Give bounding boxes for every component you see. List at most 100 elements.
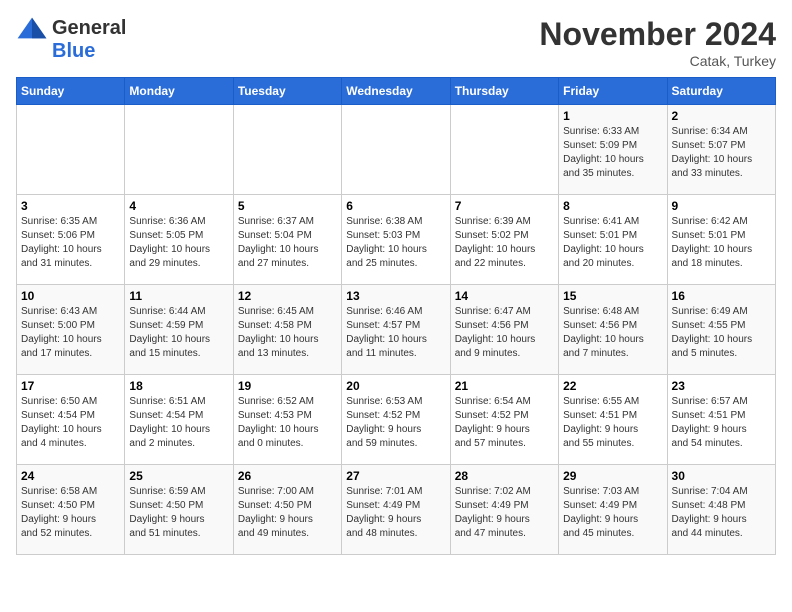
day-info: Sunrise: 6:45 AM Sunset: 4:58 PM Dayligh… bbox=[238, 305, 337, 361]
calendar-cell: 7 Sunrise: 6:39 AM Sunset: 5:02 PM Daylig… bbox=[450, 195, 558, 285]
day-info: Sunrise: 6:43 AM Sunset: 5:00 PM Dayligh… bbox=[21, 305, 120, 361]
week-row-3: 10 Sunrise: 6:43 AM Sunset: 5:00 PM Dayli… bbox=[17, 285, 776, 375]
weekday-header-row: SundayMondayTuesdayWednesdayThursdayFrid… bbox=[17, 78, 776, 105]
calendar-cell: 15 Sunrise: 6:48 AM Sunset: 4:56 PM Dayli… bbox=[559, 285, 667, 375]
logo: General Blue bbox=[16, 16, 126, 63]
calendar-cell: 18Sunrise: 6:51 AM Sunset: 4:54 PM Dayli… bbox=[125, 375, 233, 465]
calendar-cell: 13Sunrise: 6:46 AM Sunset: 4:57 PM Dayli… bbox=[342, 285, 450, 375]
day-info: Sunrise: 6:57 AM Sunset: 4:51 PM Dayligh… bbox=[672, 395, 771, 451]
day-number: 21 bbox=[455, 379, 554, 393]
day-info: Sunrise: 6:53 AM Sunset: 4:52 PM Dayligh… bbox=[346, 395, 445, 451]
calendar-cell: 22 Sunrise: 6:55 AM Sunset: 4:51 PM Dayli… bbox=[559, 375, 667, 465]
calendar-cell: 8 Sunrise: 6:41 AM Sunset: 5:01 PM Daylig… bbox=[559, 195, 667, 285]
week-row-1: 1 Sunrise: 6:33 AM Sunset: 5:09 PM Daylig… bbox=[17, 105, 776, 195]
calendar-cell: 17 Sunrise: 6:50 AM Sunset: 4:54 PM Dayli… bbox=[17, 375, 125, 465]
calendar-cell: 3Sunrise: 6:35 AM Sunset: 5:06 PM Daylig… bbox=[17, 195, 125, 285]
calendar-cell: 24 Sunrise: 6:58 AM Sunset: 4:50 PM Dayli… bbox=[17, 465, 125, 555]
calendar-cell: 12 Sunrise: 6:45 AM Sunset: 4:58 PM Dayli… bbox=[233, 285, 341, 375]
day-info: Sunrise: 7:02 AM Sunset: 4:49 PM Dayligh… bbox=[455, 485, 554, 541]
calendar-cell: 28 Sunrise: 7:02 AM Sunset: 4:49 PM Dayli… bbox=[450, 465, 558, 555]
weekday-tuesday: Tuesday bbox=[233, 78, 341, 105]
day-number: 19 bbox=[238, 379, 337, 393]
calendar-cell bbox=[342, 105, 450, 195]
calendar-header: SundayMondayTuesdayWednesdayThursdayFrid… bbox=[17, 78, 776, 105]
day-number: 28 bbox=[455, 469, 554, 483]
week-row-4: 17 Sunrise: 6:50 AM Sunset: 4:54 PM Dayli… bbox=[17, 375, 776, 465]
calendar-cell: 2 Sunrise: 6:34 AM Sunset: 5:07 PM Daylig… bbox=[667, 105, 775, 195]
day-number: 12 bbox=[238, 289, 337, 303]
day-info: Sunrise: 6:54 AM Sunset: 4:52 PM Dayligh… bbox=[455, 395, 554, 451]
calendar-cell: 9Sunrise: 6:42 AM Sunset: 5:01 PM Daylig… bbox=[667, 195, 775, 285]
calendar-cell: 26Sunrise: 7:00 AM Sunset: 4:50 PM Dayli… bbox=[233, 465, 341, 555]
calendar-cell bbox=[17, 105, 125, 195]
weekday-wednesday: Wednesday bbox=[342, 78, 450, 105]
calendar-cell: 11Sunrise: 6:44 AM Sunset: 4:59 PM Dayli… bbox=[125, 285, 233, 375]
day-info: Sunrise: 6:34 AM Sunset: 5:07 PM Dayligh… bbox=[672, 125, 771, 181]
calendar: SundayMondayTuesdayWednesdayThursdayFrid… bbox=[16, 77, 776, 555]
title-area: November 2024 Catak, Turkey bbox=[539, 16, 776, 69]
day-number: 5 bbox=[238, 199, 337, 213]
day-number: 4 bbox=[129, 199, 228, 213]
day-number: 23 bbox=[672, 379, 771, 393]
day-info: Sunrise: 6:35 AM Sunset: 5:06 PM Dayligh… bbox=[21, 215, 120, 271]
day-number: 24 bbox=[21, 469, 120, 483]
day-number: 10 bbox=[21, 289, 120, 303]
day-number: 22 bbox=[563, 379, 662, 393]
day-info: Sunrise: 6:44 AM Sunset: 4:59 PM Dayligh… bbox=[129, 305, 228, 361]
header: General Blue November 2024 Catak, Turkey bbox=[16, 16, 776, 69]
calendar-cell: 1 Sunrise: 6:33 AM Sunset: 5:09 PM Daylig… bbox=[559, 105, 667, 195]
logo-general: General bbox=[52, 17, 126, 40]
day-info: Sunrise: 6:33 AM Sunset: 5:09 PM Dayligh… bbox=[563, 125, 662, 181]
day-info: Sunrise: 6:39 AM Sunset: 5:02 PM Dayligh… bbox=[455, 215, 554, 271]
calendar-cell: 14 Sunrise: 6:47 AM Sunset: 4:56 PM Dayli… bbox=[450, 285, 558, 375]
day-number: 14 bbox=[455, 289, 554, 303]
day-number: 25 bbox=[129, 469, 228, 483]
calendar-cell bbox=[125, 105, 233, 195]
day-number: 2 bbox=[672, 109, 771, 123]
calendar-cell: 20 Sunrise: 6:53 AM Sunset: 4:52 PM Dayli… bbox=[342, 375, 450, 465]
calendar-cell: 25Sunrise: 6:59 AM Sunset: 4:50 PM Dayli… bbox=[125, 465, 233, 555]
calendar-body: 1 Sunrise: 6:33 AM Sunset: 5:09 PM Daylig… bbox=[17, 105, 776, 555]
day-info: Sunrise: 6:58 AM Sunset: 4:50 PM Dayligh… bbox=[21, 485, 120, 541]
weekday-thursday: Thursday bbox=[450, 78, 558, 105]
day-number: 7 bbox=[455, 199, 554, 213]
day-number: 15 bbox=[563, 289, 662, 303]
calendar-cell: 4 Sunrise: 6:36 AM Sunset: 5:05 PM Daylig… bbox=[125, 195, 233, 285]
weekday-friday: Friday bbox=[559, 78, 667, 105]
calendar-cell: 30Sunrise: 7:04 AM Sunset: 4:48 PM Dayli… bbox=[667, 465, 775, 555]
location: Catak, Turkey bbox=[539, 53, 776, 69]
week-row-2: 3Sunrise: 6:35 AM Sunset: 5:06 PM Daylig… bbox=[17, 195, 776, 285]
day-info: Sunrise: 6:49 AM Sunset: 4:55 PM Dayligh… bbox=[672, 305, 771, 361]
day-info: Sunrise: 7:03 AM Sunset: 4:49 PM Dayligh… bbox=[563, 485, 662, 541]
month-title: November 2024 bbox=[539, 16, 776, 53]
weekday-monday: Monday bbox=[125, 78, 233, 105]
day-info: Sunrise: 6:36 AM Sunset: 5:05 PM Dayligh… bbox=[129, 215, 228, 271]
day-number: 18 bbox=[129, 379, 228, 393]
calendar-cell: 5Sunrise: 6:37 AM Sunset: 5:04 PM Daylig… bbox=[233, 195, 341, 285]
calendar-cell: 27 Sunrise: 7:01 AM Sunset: 4:49 PM Dayli… bbox=[342, 465, 450, 555]
day-info: Sunrise: 6:41 AM Sunset: 5:01 PM Dayligh… bbox=[563, 215, 662, 271]
calendar-cell: 21 Sunrise: 6:54 AM Sunset: 4:52 PM Dayli… bbox=[450, 375, 558, 465]
day-info: Sunrise: 6:52 AM Sunset: 4:53 PM Dayligh… bbox=[238, 395, 337, 451]
calendar-cell bbox=[233, 105, 341, 195]
day-info: Sunrise: 6:50 AM Sunset: 4:54 PM Dayligh… bbox=[21, 395, 120, 451]
day-number: 8 bbox=[563, 199, 662, 213]
day-info: Sunrise: 6:46 AM Sunset: 4:57 PM Dayligh… bbox=[346, 305, 445, 361]
day-number: 17 bbox=[21, 379, 120, 393]
day-number: 20 bbox=[346, 379, 445, 393]
day-number: 1 bbox=[563, 109, 662, 123]
calendar-cell: 19 Sunrise: 6:52 AM Sunset: 4:53 PM Dayli… bbox=[233, 375, 341, 465]
week-row-5: 24 Sunrise: 6:58 AM Sunset: 4:50 PM Dayli… bbox=[17, 465, 776, 555]
day-number: 30 bbox=[672, 469, 771, 483]
calendar-cell: 16Sunrise: 6:49 AM Sunset: 4:55 PM Dayli… bbox=[667, 285, 775, 375]
logo-icon bbox=[16, 16, 48, 40]
calendar-cell: 29Sunrise: 7:03 AM Sunset: 4:49 PM Dayli… bbox=[559, 465, 667, 555]
day-info: Sunrise: 6:48 AM Sunset: 4:56 PM Dayligh… bbox=[563, 305, 662, 361]
day-number: 27 bbox=[346, 469, 445, 483]
weekday-sunday: Sunday bbox=[17, 78, 125, 105]
day-info: Sunrise: 6:38 AM Sunset: 5:03 PM Dayligh… bbox=[346, 215, 445, 271]
day-info: Sunrise: 6:47 AM Sunset: 4:56 PM Dayligh… bbox=[455, 305, 554, 361]
day-info: Sunrise: 6:55 AM Sunset: 4:51 PM Dayligh… bbox=[563, 395, 662, 451]
day-number: 6 bbox=[346, 199, 445, 213]
day-info: Sunrise: 7:01 AM Sunset: 4:49 PM Dayligh… bbox=[346, 485, 445, 541]
